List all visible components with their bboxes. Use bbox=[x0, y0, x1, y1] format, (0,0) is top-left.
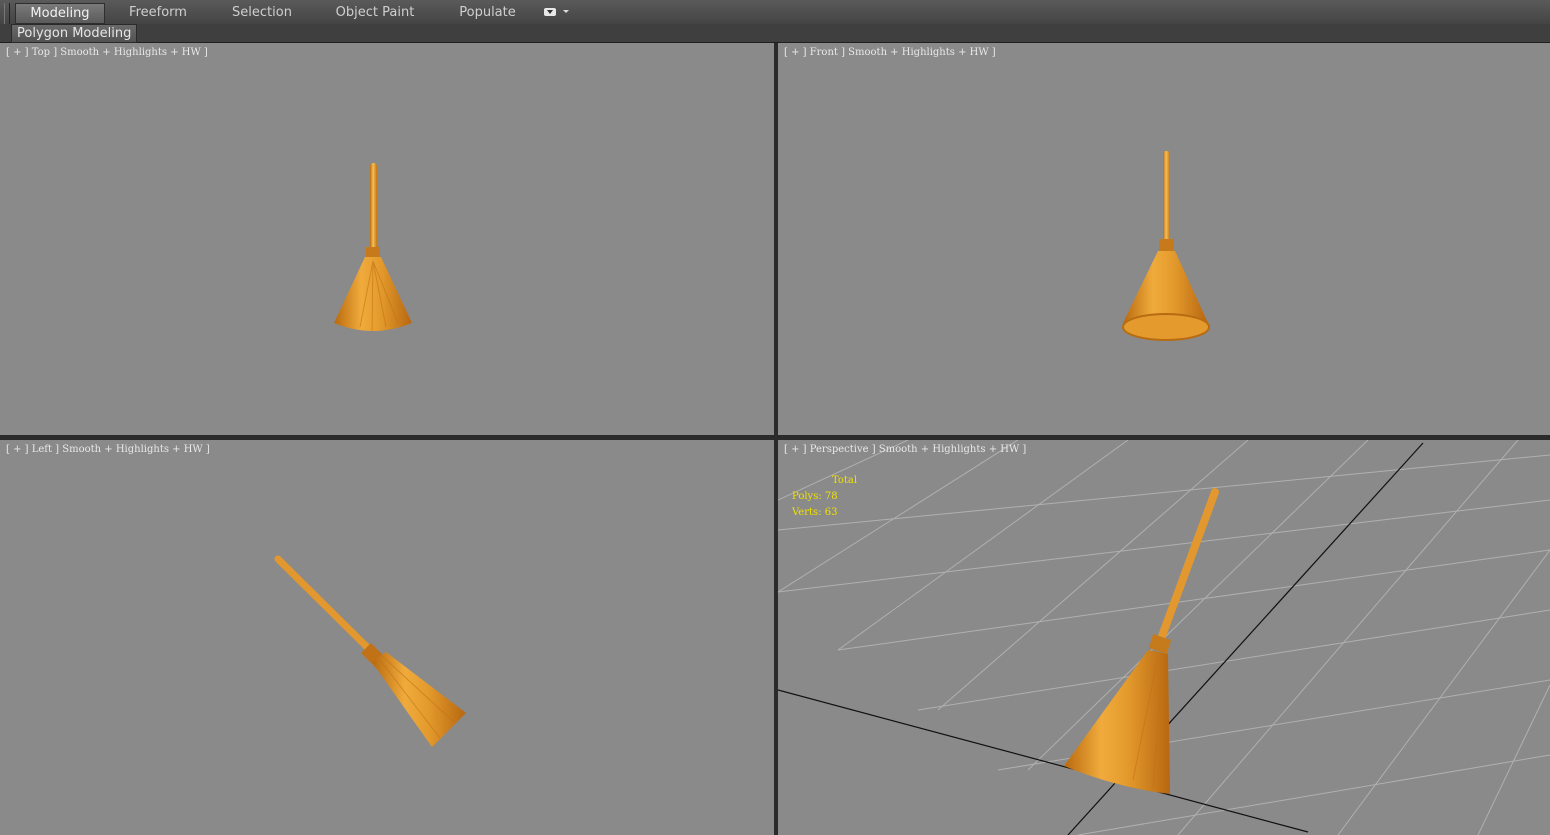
tab-populate[interactable]: Populate bbox=[450, 3, 525, 22]
panel-polygon-modeling[interactable]: Polygon Modeling bbox=[11, 24, 138, 43]
viewport-perspective[interactable]: [ + ] Perspective ] Smooth + Highlights … bbox=[778, 440, 1550, 835]
viewport-top[interactable]: [ + ] Top ] Smooth + Highlights + HW ] bbox=[0, 43, 774, 435]
panel-bar: Polygon Modeling bbox=[0, 24, 1550, 43]
stats-polys: Polys: 78 bbox=[792, 491, 838, 502]
stats-verts: Verts: 63 bbox=[792, 507, 838, 518]
perspective-grid bbox=[778, 440, 1550, 835]
viewport-left-label[interactable]: [ + ] Left ] Smooth + Highlights + HW ] bbox=[6, 444, 210, 455]
viewport-front-label[interactable]: [ + ] Front ] Smooth + Highlights + HW ] bbox=[784, 47, 996, 58]
viewport-perspective-label[interactable]: [ + ] Perspective ] Smooth + Highlights … bbox=[784, 444, 1026, 455]
ribbon-options-icon[interactable] bbox=[542, 6, 570, 18]
tab-modeling[interactable]: Modeling bbox=[15, 3, 105, 24]
stats-total: Total bbox=[832, 475, 858, 486]
ribbon-bar: Modeling Freeform Selection Object Paint… bbox=[0, 0, 1550, 41]
stats-overlay: Total Polys: 78 Verts: 63 bbox=[792, 473, 857, 521]
tab-selection[interactable]: Selection bbox=[222, 3, 302, 22]
tab-object-paint[interactable]: Object Paint bbox=[330, 3, 420, 22]
viewport-top-label[interactable]: [ + ] Top ] Smooth + Highlights + HW ] bbox=[6, 47, 208, 58]
tab-freeform[interactable]: Freeform bbox=[118, 3, 198, 22]
broom-left-view bbox=[274, 555, 466, 747]
viewport-left[interactable]: [ + ] Left ] Smooth + Highlights + HW ] bbox=[0, 440, 774, 835]
viewport-front[interactable]: [ + ] Front ] Smooth + Highlights + HW ] bbox=[778, 43, 1550, 435]
broom-front-view bbox=[1122, 151, 1210, 341]
broom-top-view bbox=[334, 163, 412, 332]
